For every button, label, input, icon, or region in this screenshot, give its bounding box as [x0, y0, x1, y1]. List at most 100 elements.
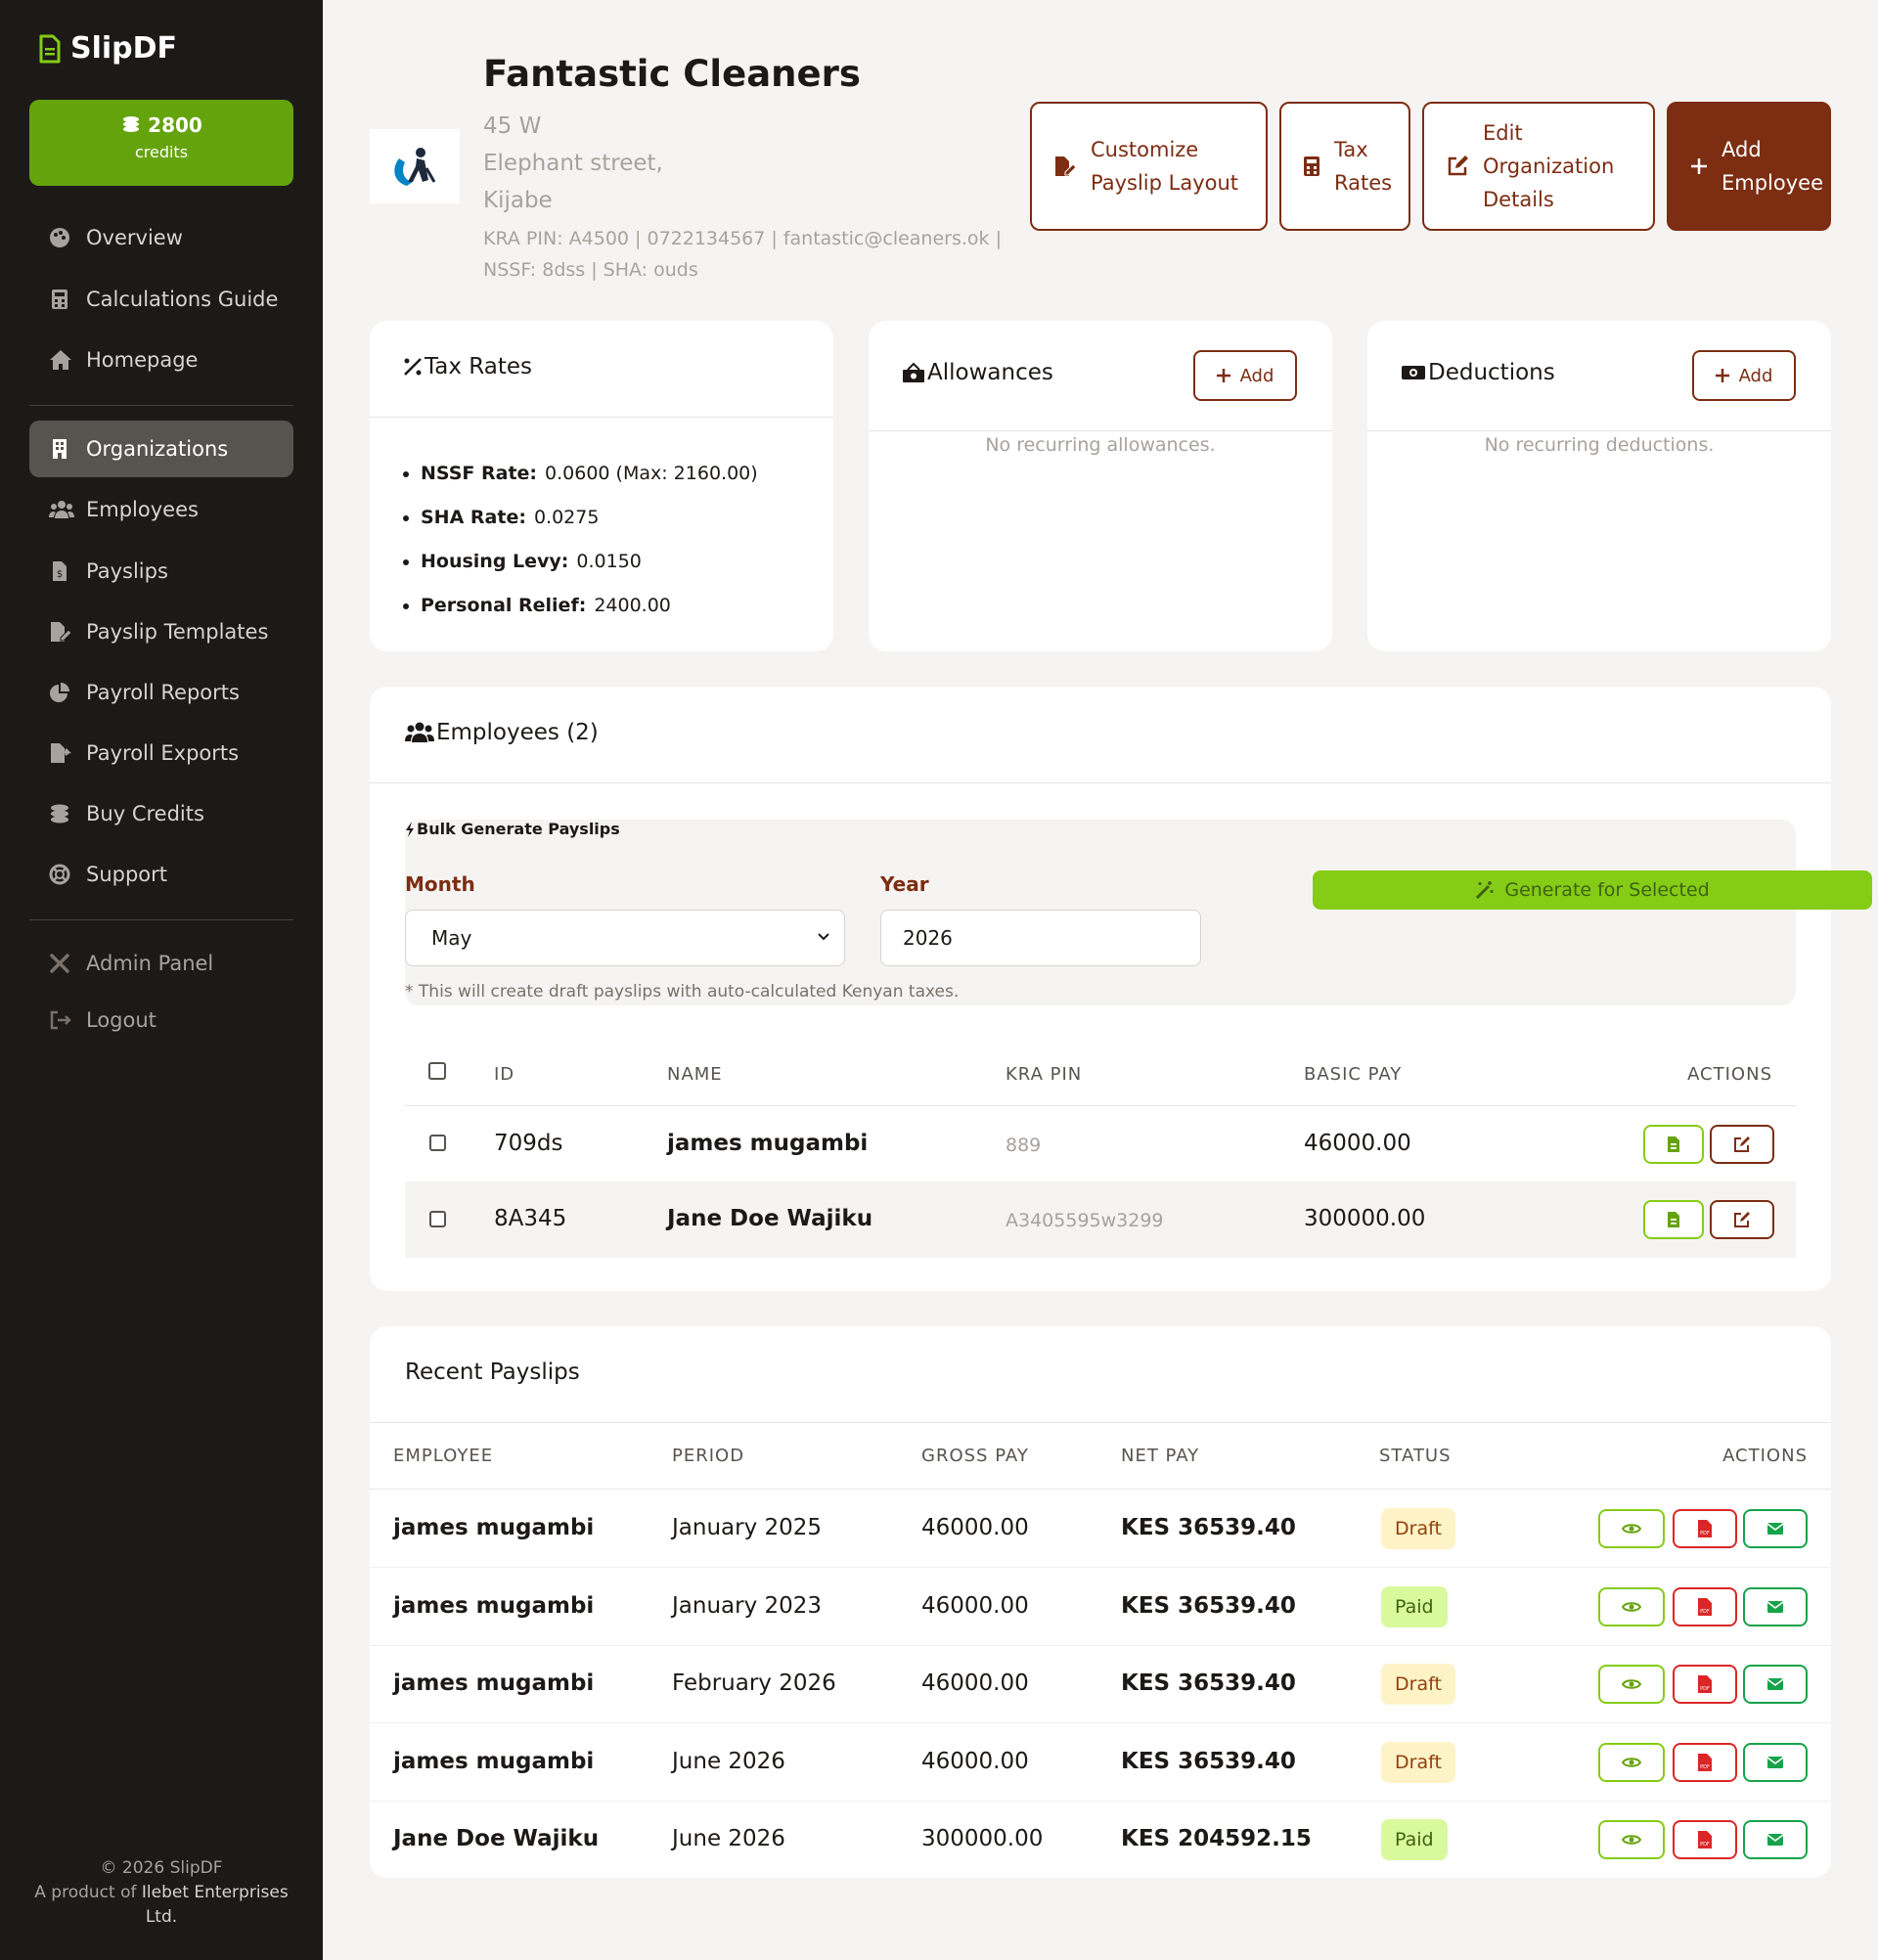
card-title: Recent Payslips [405, 1359, 580, 1385]
view-payslip-button[interactable] [1598, 1665, 1665, 1704]
card-title-text: Tax Rates [425, 354, 532, 379]
employee-name: james mugambi [393, 1748, 595, 1774]
credits-badge[interactable]: 2800 credits [29, 100, 293, 186]
svg-text:PDF: PDF [1700, 1686, 1710, 1692]
card-title-text: Deductions [1428, 360, 1555, 385]
card-title: Employees (2) [405, 720, 599, 745]
sidebar: SlipDF 2800 credits Overview Calculation… [0, 0, 323, 1960]
net-pay: KES 204592.15 [1121, 1826, 1312, 1851]
generate-payslip-button[interactable] [1643, 1125, 1704, 1164]
net-pay: KES 36539.40 [1121, 1515, 1296, 1540]
add-employee-button[interactable]: Add Employee [1667, 102, 1831, 231]
nav-homepage[interactable]: Homepage [29, 332, 293, 388]
button-label-line: Organization [1483, 155, 1615, 178]
add-deduction-button[interactable]: Add [1692, 350, 1796, 401]
table-row: james mugambi June 2026 46000.00 KES 36539.… [370, 1724, 1831, 1802]
generate-for-selected-button[interactable]: Generate for Selected [1313, 870, 1872, 910]
email-payslip-button[interactable] [1743, 1665, 1808, 1704]
download-pdf-button[interactable]: PDF [1673, 1509, 1737, 1548]
view-payslip-button[interactable] [1598, 1820, 1665, 1859]
button-label-line: Edit [1483, 121, 1523, 145]
column-header: BASIC PAY [1304, 1064, 1403, 1085]
list-item: Personal Relief: 2400.00 [403, 584, 758, 628]
download-pdf-button[interactable]: PDF [1673, 1665, 1737, 1704]
employees-card: Employees (2) Bulk Generate Payslips Mon… [370, 687, 1872, 1291]
row-checkbox[interactable] [429, 1135, 446, 1151]
product-prefix: A product of [34, 1883, 137, 1902]
percent-icon [403, 357, 423, 377]
generate-payslip-button[interactable] [1643, 1200, 1704, 1239]
calculator-icon [49, 289, 70, 310]
deductions-card: Deductions Add No recurring deductions. [1367, 321, 1831, 651]
nav-logout[interactable]: Logout [29, 992, 293, 1048]
employee-name: Jane Doe Wajiku [393, 1826, 600, 1851]
row-checkbox[interactable] [429, 1211, 446, 1227]
gross-pay: 46000.00 [921, 1748, 1029, 1774]
download-pdf-button[interactable]: PDF [1673, 1586, 1737, 1626]
net-pay: KES 36539.40 [1121, 1748, 1296, 1774]
organization-name: Fantastic Cleaners [483, 53, 861, 95]
email-payslip-button[interactable] [1743, 1820, 1808, 1859]
view-payslip-button[interactable] [1598, 1586, 1665, 1626]
edit-employee-button[interactable] [1710, 1200, 1774, 1239]
credits-amount: 2800 [148, 113, 202, 137]
employee-name[interactable]: Jane Doe Wajiku [667, 1206, 872, 1231]
month-select[interactable]: May [405, 910, 845, 966]
view-payslip-button[interactable] [1598, 1742, 1665, 1782]
copyright: © 2026 SlipDF [100, 1858, 223, 1878]
nav-payroll-reports[interactable]: Payroll Reports [29, 664, 293, 721]
email-payslip-button[interactable] [1743, 1586, 1808, 1626]
period: February 2026 [672, 1670, 836, 1696]
gross-pay: 46000.00 [921, 1515, 1029, 1540]
divider [370, 417, 833, 418]
svg-text:$: $ [57, 569, 63, 580]
kra-pin: 889 [1006, 1135, 1042, 1156]
file-invoice-icon [1667, 1211, 1680, 1228]
file-invoice-dollar-icon: $ [49, 560, 70, 582]
nav-label: Homepage [86, 348, 199, 372]
nav-payslip-templates[interactable]: Payslip Templates [29, 603, 293, 660]
download-pdf-button[interactable]: PDF [1673, 1742, 1737, 1782]
nav-calculations-guide[interactable]: Calculations Guide [29, 271, 293, 328]
bolt-icon [405, 821, 415, 837]
money-bill-icon [902, 362, 925, 383]
add-allowance-button[interactable]: Add [1193, 350, 1297, 401]
period: June 2026 [672, 1826, 785, 1851]
nav-organizations[interactable]: Organizations [29, 421, 293, 477]
plus-icon [1715, 369, 1729, 382]
email-payslip-button[interactable] [1743, 1509, 1808, 1548]
customize-payslip-layout-button[interactable]: Customize Payslip Layout [1030, 102, 1268, 231]
list-item: Housing Levy: 0.0150 [403, 540, 758, 584]
recent-payslips-card: Recent Payslips EMPLOYEE PERIOD GROSS PA… [370, 1326, 1831, 1878]
view-payslip-button[interactable] [1598, 1509, 1665, 1548]
divider [1367, 430, 1831, 431]
edit-organization-details-button[interactable]: Edit Organization Details [1422, 102, 1655, 231]
nav-admin-panel[interactable]: Admin Panel [29, 935, 293, 992]
nav-payroll-exports[interactable]: Payroll Exports [29, 725, 293, 781]
download-pdf-button[interactable]: PDF [1673, 1820, 1737, 1859]
brand[interactable]: SlipDF [39, 31, 177, 66]
nav-support[interactable]: Support [29, 846, 293, 903]
status-badge: Paid [1381, 1819, 1448, 1860]
nav-overview[interactable]: Overview [29, 209, 293, 266]
column-header: NAME [667, 1064, 723, 1085]
edit-employee-button[interactable] [1710, 1125, 1774, 1164]
card-title: Allowances [902, 360, 1053, 385]
nav-buy-credits[interactable]: Buy Credits [29, 785, 293, 842]
year-input[interactable]: 2026 [880, 910, 1201, 966]
nav-payslips[interactable]: $ Payslips [29, 543, 293, 600]
email-payslip-button[interactable] [1743, 1742, 1808, 1782]
nav-label: Support [86, 863, 168, 886]
employee-name[interactable]: james mugambi [667, 1131, 868, 1156]
money-bill-wave-icon [1401, 363, 1426, 382]
year-label: Year [880, 872, 929, 896]
pen-to-square-icon [1733, 1136, 1751, 1153]
select-all-checkbox[interactable] [428, 1062, 446, 1080]
organization-logo [370, 129, 460, 203]
button-label: Add [1738, 365, 1773, 386]
button-label-line: Tax [1334, 138, 1368, 161]
net-pay: KES 36539.40 [1121, 1670, 1296, 1696]
button-label-line: Customize [1091, 138, 1199, 161]
tax-rates-button[interactable]: Tax Rates [1279, 102, 1410, 231]
nav-employees[interactable]: Employees [29, 481, 293, 538]
